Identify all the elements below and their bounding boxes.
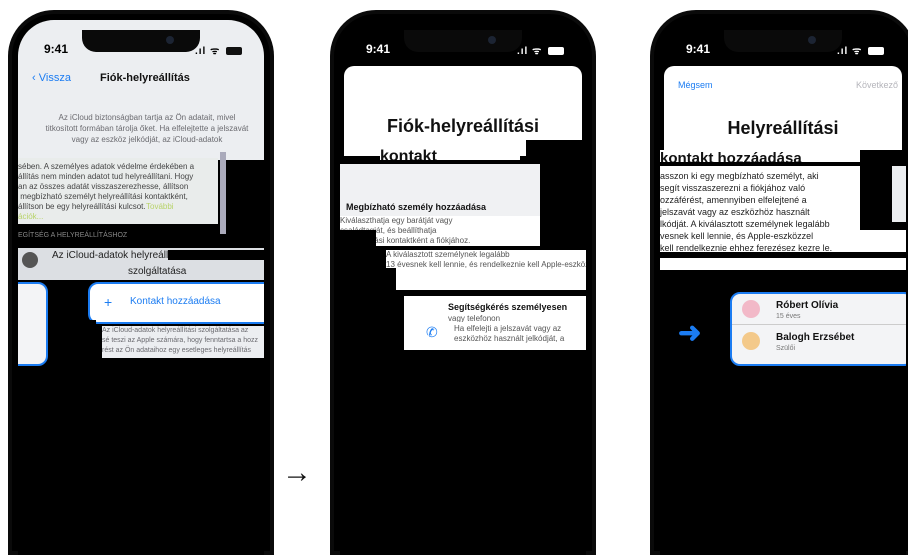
item2-sub: vagy telefonon (448, 314, 501, 322)
status-time: 9:41 (366, 42, 391, 56)
camera-icon (808, 36, 816, 44)
phone-1: 9:41 .ıl ᯤ ‹ Vissza Fiók-helyreállítás A… (8, 10, 274, 555)
avatar (742, 300, 760, 318)
fragment-text: sében. A személyes adatok védelme érdeké… (18, 162, 195, 211)
add-contact-label: Kontakt hozzáadása (130, 296, 221, 307)
contact-row[interactable]: Róbert Olívia 15 éves (732, 294, 906, 325)
sheet-title: Helyreállítási (727, 118, 839, 138)
signal-wifi-battery-icon: .ıl ᯤ (517, 43, 564, 57)
contact-name: Balogh Erzsébet (776, 332, 855, 343)
cancel-button[interactable]: Mégsem (678, 80, 713, 90)
contact-sub: Szülői (776, 345, 796, 352)
avatar (742, 332, 760, 350)
item1-title: Megbízható személy hozzáadása (346, 202, 487, 212)
sheet-title-2: kontakt hozzáadása (660, 150, 860, 162)
item2-card[interactable]: Segítségkérés személyesen vagy telefonon… (404, 296, 586, 350)
notch (724, 30, 842, 52)
status-time: 9:41 (44, 42, 69, 56)
phone-icon: ✆ (426, 324, 438, 340)
sheet: Mégsem Következő Helyreállítási (664, 66, 902, 160)
intro-text: Az iCloud biztonságban tartja az Ön adat… (45, 113, 249, 144)
item1-text-2: A kiválasztott személynek legalább 13 év… (386, 250, 586, 290)
service-label: Az iCloud-adatok helyreállítási (52, 250, 187, 261)
chevron-left-icon: ‹ (32, 72, 39, 84)
add-contact-row[interactable]: + Kontakt hozzáadása (88, 282, 264, 324)
nav-title: Fiók-helyreállítás (100, 72, 190, 84)
footer-text: Az iCloud-adatok helyreállítási szolgált… (102, 326, 264, 358)
camera-icon (166, 36, 174, 44)
arrow-right-icon: → (282, 456, 312, 489)
fragment-panel: sében. A személyes adatok védelme érdeké… (18, 158, 218, 224)
signal-wifi-battery-icon: .ıl ᯤ (195, 43, 242, 57)
glitch-block (340, 310, 404, 360)
glitch-block (168, 250, 264, 260)
more-info-link[interactable]: További (146, 202, 174, 211)
left-outline-card (18, 282, 48, 366)
contact-name: Róbert Olívia (776, 300, 839, 311)
section-header: EGÍTSÉG A HELYREÁLLÍTÁSHOZ (18, 232, 128, 239)
phone-screen: 9:41 .ıl ᯤ Mégsem Következő Helyreállítá… (660, 20, 906, 555)
nav-back-button[interactable]: ‹ Vissza (32, 72, 71, 84)
sheet-title: Fiók-helyreállítási (386, 116, 540, 136)
contact-row[interactable]: Balogh Erzsébet Szülői (732, 326, 906, 356)
glitch-block (220, 152, 226, 234)
item2-text: Ha elfelejti a jelszavát vagy az eszközh… (454, 324, 565, 343)
item2-title: Segítségkérés személyesen (448, 302, 568, 312)
glitch-block (660, 252, 906, 258)
glitch-block (340, 268, 396, 308)
side-panel (892, 166, 906, 222)
sheet-title-2: kontakt (380, 148, 520, 160)
service-icon (22, 252, 38, 268)
more-info-link-cont[interactable]: ációk... (18, 212, 43, 221)
phone-screen: 9:41 .ıl ᯤ Fiók-helyreállítási kontakt M… (340, 20, 586, 555)
arrow-right-icon: ➜ (678, 317, 702, 348)
glitch-block (716, 320, 730, 360)
contact-sub: 15 éves (776, 313, 801, 320)
plus-icon: + (104, 294, 113, 310)
glitch-block (340, 230, 376, 250)
phone-3: 9:41 .ıl ᯤ Mégsem Következő Helyreállítá… (650, 10, 908, 555)
glitch-block (540, 170, 586, 230)
next-button[interactable]: Következő (856, 80, 898, 90)
glitch-block (50, 320, 96, 364)
phone-screen: 9:41 .ıl ᯤ ‹ Vissza Fiók-helyreállítás A… (18, 20, 264, 555)
camera-icon (488, 36, 496, 44)
phone-2: 9:41 .ıl ᯤ Fiók-helyreállítási kontakt M… (330, 10, 596, 555)
signal-wifi-battery-icon: .ıl ᯤ (837, 43, 884, 57)
service-label-2: szolgáltatása (128, 266, 187, 277)
status-time: 9:41 (686, 42, 711, 56)
notch (82, 30, 200, 52)
notch (404, 30, 522, 52)
contact-list: Róbert Olívia 15 éves Balogh Erzsébet Sz… (730, 292, 906, 366)
